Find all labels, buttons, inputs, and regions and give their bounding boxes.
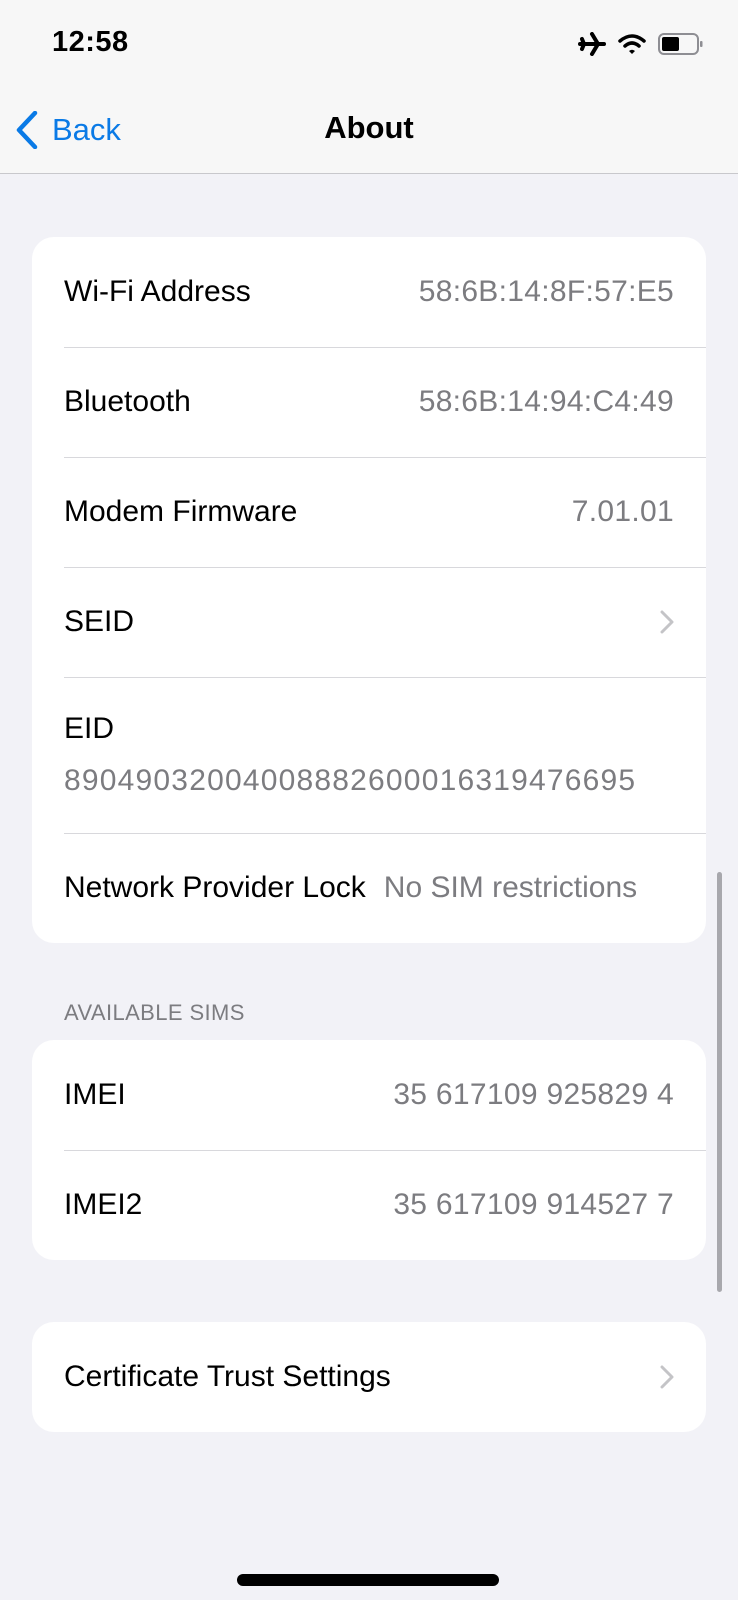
row-network-provider-lock: Network Provider Lock No SIM restriction… xyxy=(32,833,706,943)
chevron-right-icon xyxy=(660,610,674,634)
info-group: Wi-Fi Address 58:6B:14:8F:57:E5 Bluetoot… xyxy=(32,237,706,943)
row-eid: EID 89049032004008882600016319476695 xyxy=(32,677,706,833)
row-value: No SIM restrictions xyxy=(383,871,638,904)
row-modem-firmware: Modem Firmware 7.01.01 xyxy=(32,457,706,567)
row-label: EID xyxy=(64,712,115,745)
row-label: Certificate Trust Settings xyxy=(64,1360,391,1393)
home-indicator[interactable] xyxy=(237,1574,499,1586)
scrollbar[interactable] xyxy=(717,872,722,1292)
row-label: IMEI xyxy=(64,1078,126,1111)
section-header-available-sims: AVAILABLE SIMS xyxy=(64,1000,245,1025)
airplane-mode-icon xyxy=(578,32,606,56)
row-value: 7.01.01 xyxy=(571,495,674,528)
certs-group: Certificate Trust Settings xyxy=(32,1322,706,1432)
chevron-right-icon xyxy=(660,1365,674,1389)
battery-icon xyxy=(658,32,704,56)
row-imei2: IMEI2 35 617109 914527 7 xyxy=(32,1150,706,1260)
row-value: 35 617109 925829 4 xyxy=(393,1078,674,1111)
row-label: IMEI2 xyxy=(64,1188,143,1221)
row-value: 58:6B:14:94:C4:49 xyxy=(418,385,674,418)
row-label: Modem Firmware xyxy=(64,495,298,528)
row-label: Wi-Fi Address xyxy=(64,275,251,308)
row-label: SEID xyxy=(64,605,135,638)
row-value: 89049032004008882600016319476695 xyxy=(64,764,637,797)
row-value: 58:6B:14:8F:57:E5 xyxy=(418,275,674,308)
row-imei: IMEI 35 617109 925829 4 xyxy=(32,1040,706,1150)
row-seid[interactable]: SEID xyxy=(32,567,706,677)
status-icons xyxy=(578,32,704,56)
row-bluetooth: Bluetooth 58:6B:14:94:C4:49 xyxy=(32,347,706,457)
status-time: 12:58 xyxy=(52,26,129,58)
row-wifi-address: Wi-Fi Address 58:6B:14:8F:57:E5 xyxy=(32,237,706,347)
sims-group: IMEI 35 617109 925829 4 IMEI2 35 617109 … xyxy=(32,1040,706,1260)
page-title: About xyxy=(324,110,414,145)
row-value: 35 617109 914527 7 xyxy=(393,1188,674,1221)
about-screen: 12:58 Back About Wi-Fi Address 58:6B:14:… xyxy=(0,0,738,1600)
row-label: Bluetooth xyxy=(64,385,191,418)
row-certificate-trust-settings[interactable]: Certificate Trust Settings xyxy=(32,1322,706,1432)
wifi-icon xyxy=(618,33,646,55)
row-label: Network Provider Lock xyxy=(64,871,366,904)
top-bar: 12:58 Back About xyxy=(0,0,738,174)
